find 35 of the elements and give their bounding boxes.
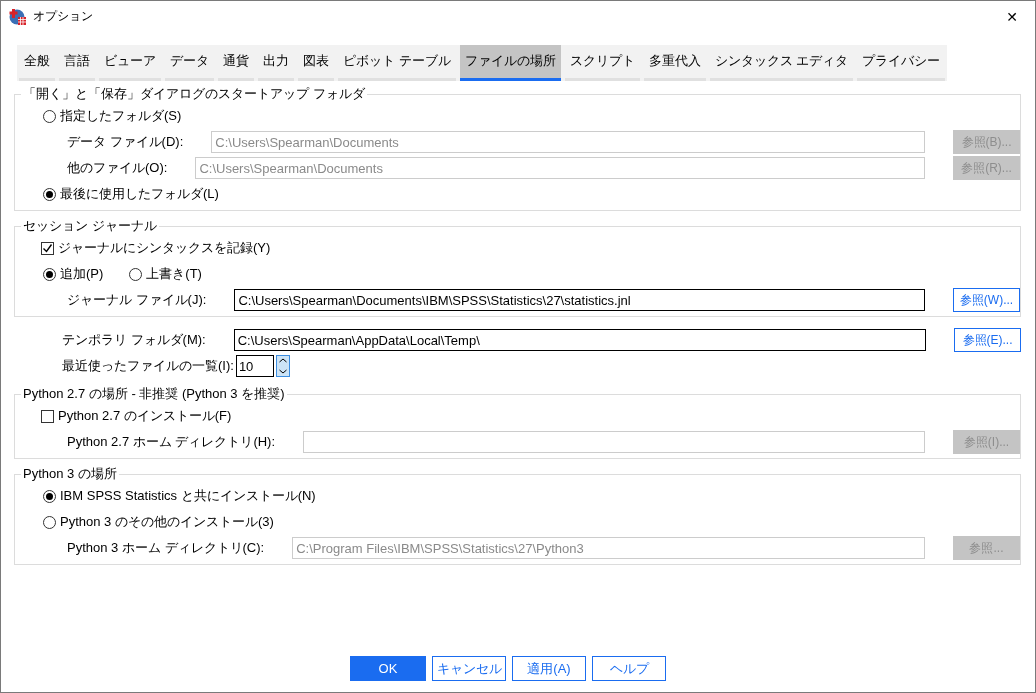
group-title: Python 2.7 の場所 - 非推奨 (Python 3 を推奨) xyxy=(22,385,286,403)
spin-buttons-icon[interactable] xyxy=(275,355,290,377)
checkbox-label: Python 2.7 のインストール(F) xyxy=(58,407,232,425)
browse-button[interactable]: 参照(W)... xyxy=(953,288,1020,312)
close-button[interactable]: ✕ xyxy=(989,1,1035,32)
dialog-button[interactable]: キャンセル xyxy=(432,656,506,681)
group-title: Python 3 の場所 xyxy=(22,465,118,483)
radio-label: 指定したフォルダ(S) xyxy=(60,107,182,125)
radio-label: 追加(P) xyxy=(60,265,104,283)
field-label: 最近使ったファイルの一覧(I): xyxy=(62,357,234,375)
checkbox-label: ジャーナルにシンタックスを記録(Y) xyxy=(58,239,271,257)
dialog-button[interactable]: OK xyxy=(350,656,426,681)
text-field[interactable]: C:\Users\Spearman\AppData\Local\Temp\ xyxy=(233,329,926,351)
dialog-button[interactable]: 適用(A) xyxy=(512,656,586,681)
field-label: 他のファイル(O): xyxy=(67,159,168,177)
browse-button[interactable]: 参照(E)... xyxy=(954,328,1021,352)
field-label: テンポラリ フォルダ(M): xyxy=(62,331,206,349)
number-field[interactable]: 10 xyxy=(235,355,274,377)
app-icon xyxy=(9,7,27,26)
text-field[interactable]: C:\Users\Spearman\Documents\IBM\SPSS\Statistics\27\statistics.jnl xyxy=(234,289,925,311)
field-label: ジャーナル ファイル(J): xyxy=(67,291,207,309)
tab[interactable]: ファイルの場所 xyxy=(459,45,561,81)
radio-label: 上書き(T) xyxy=(146,265,202,283)
dialog-button[interactable]: ヘルプ xyxy=(592,656,666,681)
field-label: Python 3 ホーム ディレクトリ(C): xyxy=(67,539,265,557)
radio-label: Python 3 のその他のインストール(3) xyxy=(60,513,274,531)
group-title: 「開く」と「保存」ダイアログのスタートアップ フォルダ xyxy=(22,85,366,103)
window-title: オプション xyxy=(33,8,94,25)
checkbox[interactable] xyxy=(41,409,54,423)
field-label: データ ファイル(D): xyxy=(67,133,184,151)
field-label: Python 2.7 ホーム ディレクトリ(H): xyxy=(67,433,276,451)
radio-label: IBM SPSS Statistics と共にインストール(N) xyxy=(60,487,316,505)
checkbox[interactable] xyxy=(41,241,54,255)
radio-label: 最後に使用したフォルダ(L) xyxy=(60,185,219,203)
group-title: セッション ジャーナル xyxy=(22,217,158,235)
